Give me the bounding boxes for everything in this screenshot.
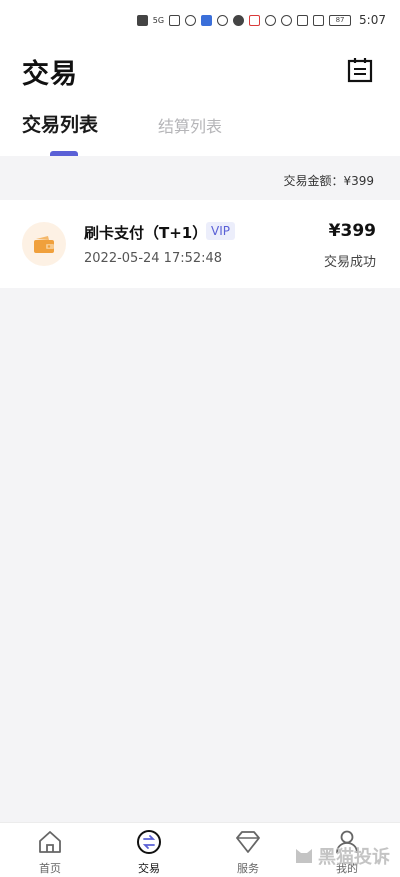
page-title: 交易 <box>22 59 78 90</box>
bluetooth-icon <box>297 14 309 26</box>
message-icon <box>233 14 245 26</box>
vip-badge: VIP <box>206 222 235 240</box>
alarm-icon <box>281 14 293 26</box>
chat-icon <box>217 14 229 26</box>
total-amount-label: 交易金额：¥399 <box>283 174 374 188</box>
transaction-amount: ¥399 <box>328 221 376 241</box>
clock: 5:07 <box>359 13 386 27</box>
wallet-icon <box>34 236 54 253</box>
nav-label-trade: 交易 <box>138 862 160 875</box>
header: 交易 交易列表 结算列表 <box>0 40 400 156</box>
transaction-item[interactable]: 刷卡支付（T+1） VIP 2022-05-24 17:52:48 ¥399 交… <box>0 200 400 288</box>
tab-bar: 交易列表 结算列表 <box>0 110 400 156</box>
battery-icon: 87 <box>329 14 352 26</box>
transaction-status: 交易成功 <box>323 255 376 270</box>
nav-item-home[interactable]: 首页 <box>15 823 85 877</box>
nav-label-service: 服务 <box>237 862 259 875</box>
transaction-avatar <box>22 222 66 266</box>
vibrate-icon <box>313 14 325 26</box>
tab-transaction-list[interactable]: 交易列表 <box>22 110 98 137</box>
wifi-icon <box>185 14 197 26</box>
summary-bar: 交易金额：¥399 <box>0 156 400 200</box>
alert-icon <box>249 14 261 26</box>
diamond-icon <box>236 831 260 853</box>
calendar-icon <box>347 58 373 83</box>
eye-icon <box>265 14 277 26</box>
calendar-button[interactable] <box>346 56 374 84</box>
home-icon <box>39 831 61 853</box>
exchange-icon <box>137 830 161 854</box>
nav-item-service[interactable]: 服务 <box>213 823 283 877</box>
transaction-time: 2022-05-24 17:52:48 <box>84 251 223 266</box>
tab-settlement-list[interactable]: 结算列表 <box>158 113 222 137</box>
network-label: 5G <box>152 15 165 25</box>
app-notification-icon <box>201 14 213 26</box>
signal-icon <box>169 14 181 26</box>
watermark-text: 黑猫投诉 <box>318 847 390 868</box>
transaction-name: 刷卡支付（T+1） <box>84 224 208 242</box>
nav-label-home: 首页 <box>39 862 61 875</box>
cat-logo-icon <box>296 849 312 863</box>
nav-item-trade[interactable]: 交易 <box>114 823 184 877</box>
status-bar: 5G 87 5:07 <box>0 0 400 40</box>
watermark: 黑猫投诉 <box>293 843 390 869</box>
hd-icon <box>136 14 148 26</box>
